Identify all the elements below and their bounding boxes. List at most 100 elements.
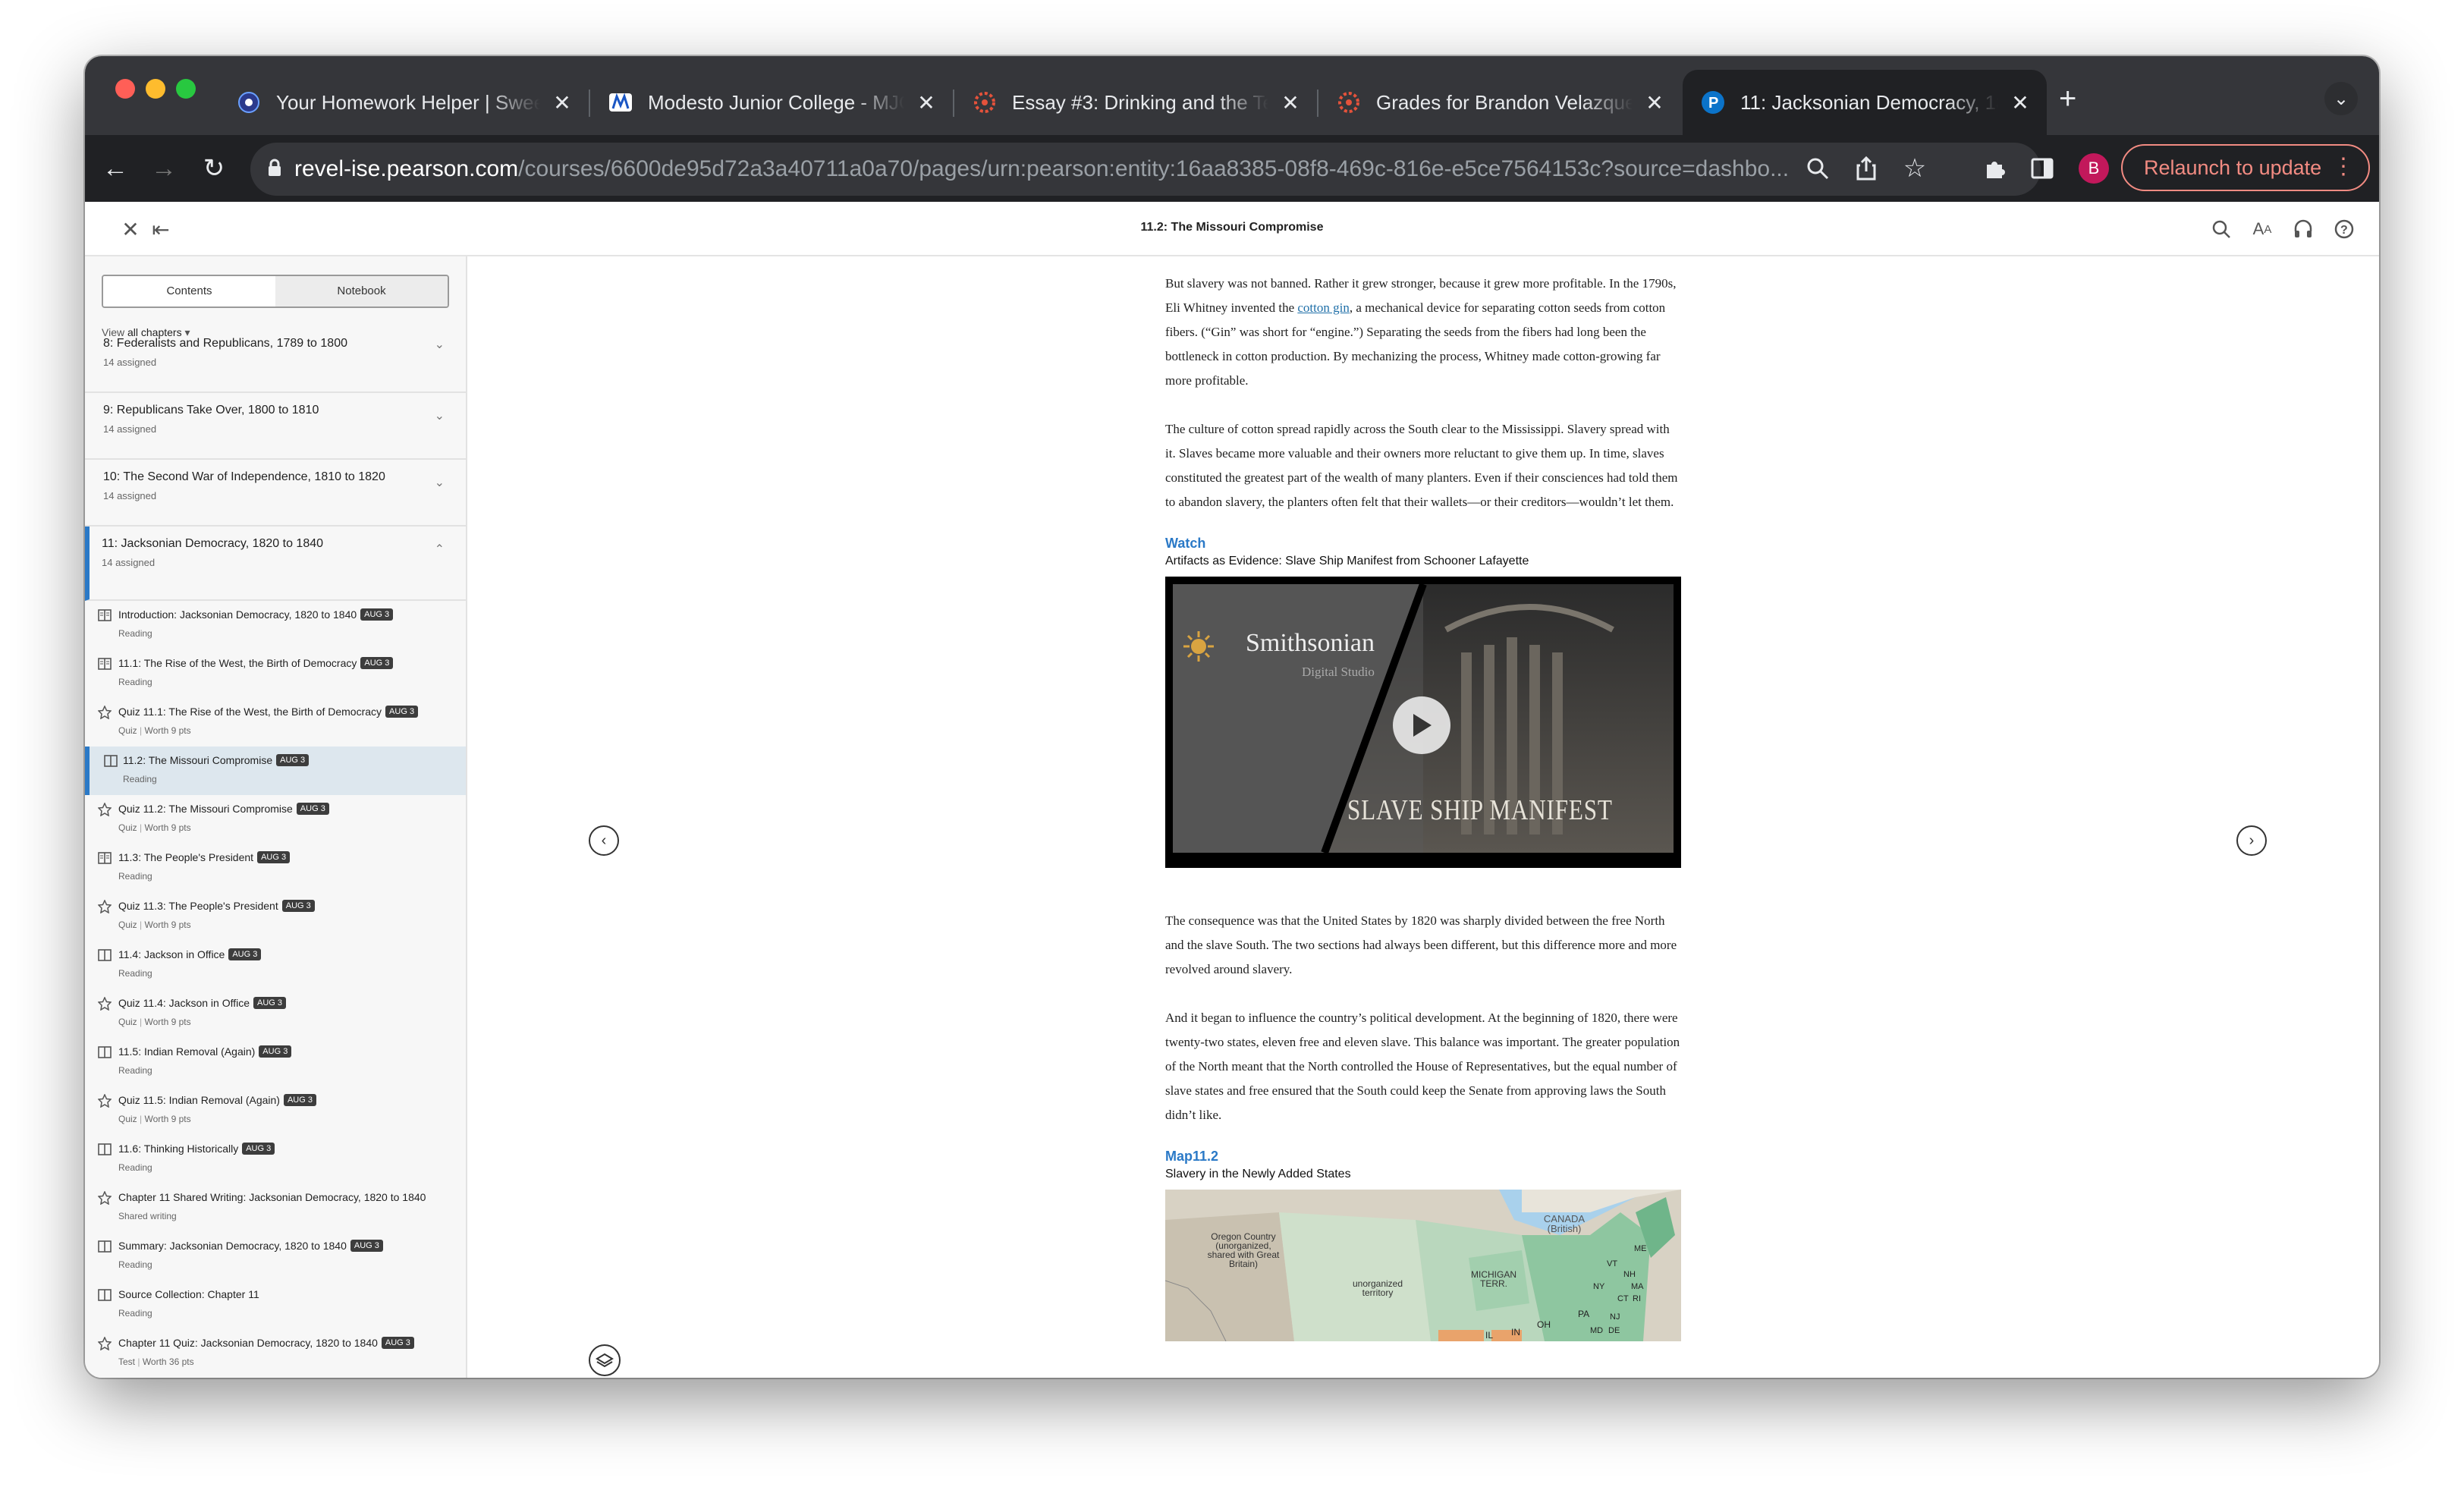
forward-icon[interactable]: →: [143, 147, 185, 190]
assignment-title: Quiz 11.1: The Rise of the West, the Bir…: [118, 706, 382, 718]
chevron-up-icon[interactable]: ⌃: [435, 542, 445, 557]
extensions-icon[interactable]: [1974, 147, 2016, 190]
share-icon[interactable]: [1845, 147, 1887, 190]
chevron-down-icon[interactable]: ⌄: [435, 408, 445, 423]
map-label-vt: VT: [1607, 1259, 1618, 1268]
back-icon[interactable]: ←: [94, 147, 137, 190]
chapter-item[interactable]: 8: Federalists and Republicans, 1789 to …: [85, 337, 466, 393]
paragraph: But slavery was not banned. Rather it gr…: [1165, 272, 1681, 393]
close-tab-icon[interactable]: ✕: [551, 90, 574, 115]
tab-homework-helper[interactable]: Your Homework Helper | Sweet ✕: [218, 70, 589, 135]
assignment-type: Reading: [118, 1259, 152, 1270]
tab-essay[interactable]: Essay #3: Drinking and the Ten ✕: [954, 70, 1317, 135]
due-date-badge: AUG 3: [360, 657, 394, 669]
assignment-item[interactable]: Quiz 11.5: Indian Removal (Again) AUG 3 Qu…: [85, 1086, 466, 1135]
assignment-item[interactable]: 11.1: The Rise of the West, the Birth of…: [85, 649, 466, 698]
layers-icon[interactable]: [589, 1344, 621, 1376]
search-icon[interactable]: [1796, 147, 1839, 190]
search-icon[interactable]: [2206, 214, 2236, 244]
close-tab-icon[interactable]: ✕: [2009, 90, 2032, 115]
cotton-gin-link[interactable]: cotton gin: [1297, 300, 1349, 315]
play-button[interactable]: [1393, 696, 1450, 754]
headphones-audio-icon[interactable]: [2288, 214, 2318, 244]
map-heading: Map11.2: [1165, 1149, 1219, 1164]
map-label-pa: PA: [1578, 1309, 1590, 1319]
close-window-button[interactable]: [115, 79, 135, 99]
tab-title: Essay #3: Drinking and the Ten: [1012, 90, 1268, 114]
canvas-favicon-icon: [973, 90, 997, 115]
assignment-meta: Reading: [118, 1308, 466, 1319]
assignment-title-row: Source Collection: Chapter 11: [118, 1288, 466, 1300]
assignment-item-current[interactable]: 11.2: The Missouri Compromise AUG 3 Readin…: [85, 747, 466, 795]
new-tab-icon[interactable]: +: [2059, 83, 2076, 114]
video-player[interactable]: Smithsonian Digital Studio SLAVE SHIP MA…: [1165, 577, 1681, 868]
chapter-list: 8: Federalists and Republicans, 1789 to …: [85, 337, 466, 1378]
assignment-list: Introduction: Jacksonian Democracy, 1820…: [85, 601, 466, 1378]
relaunch-button[interactable]: Relaunch to update ⋮: [2121, 144, 2370, 191]
chapter-title: 10: The Second War of Independence, 1810…: [103, 470, 385, 483]
tab-notebook[interactable]: Notebook: [275, 276, 448, 306]
help-icon[interactable]: ?: [2329, 214, 2359, 244]
tab-title: Grades for Brandon Velazquez: [1376, 90, 1633, 114]
tab-contents[interactable]: Contents: [103, 276, 275, 306]
assignment-title: 11.6: Thinking Historically: [118, 1143, 239, 1155]
more-menu-icon[interactable]: ⋮: [2332, 153, 2355, 181]
chevron-down-icon[interactable]: ⌄: [435, 337, 445, 352]
assignment-title: Quiz 11.3: The People's President: [118, 900, 278, 912]
side-panel-icon[interactable]: [2021, 147, 2063, 190]
chevron-down-icon[interactable]: ⌄: [435, 475, 445, 490]
assignment-item[interactable]: Summary: Jacksonian Democracy, 1820 to 1…: [85, 1232, 466, 1281]
assignment-meta: Test | Worth 36 pts: [118, 1356, 466, 1367]
assignment-title: Quiz 11.4: Jackson in Office: [118, 997, 250, 1009]
chapter-item[interactable]: 9: Republicans Take Over, 1800 to 1810 1…: [85, 393, 466, 460]
assignment-meta: Shared writing: [118, 1211, 466, 1221]
assignment-item[interactable]: 11.3: The People's President AUG 3 Reading: [85, 844, 466, 892]
assignment-item[interactable]: 11.6: Thinking Historically AUG 3 Reading: [85, 1135, 466, 1184]
tab-search-chevron-icon[interactable]: ⌄: [2324, 82, 2358, 115]
previous-page-button[interactable]: ‹: [589, 825, 619, 856]
meta-divider: |: [137, 1017, 145, 1027]
chapter-item[interactable]: 10: The Second War of Independence, 1810…: [85, 460, 466, 527]
video-brand: Smithsonian: [1246, 629, 1375, 657]
zoom-window-button[interactable]: [176, 79, 196, 99]
reload-icon[interactable]: ↻: [193, 147, 235, 190]
assignment-title-row: 11.5: Indian Removal (Again) AUG 3: [118, 1045, 466, 1058]
next-page-button[interactable]: ›: [2236, 825, 2267, 856]
text-size-icon[interactable]: AA: [2247, 214, 2277, 244]
assignment-item[interactable]: Source Collection: Chapter 11 Reading: [85, 1281, 466, 1329]
assignment-item[interactable]: Quiz 11.3: The People's President AUG 3 Qu…: [85, 892, 466, 941]
star-icon: [97, 705, 112, 721]
chapter-title: 9: Republicans Take Over, 1800 to 1810: [103, 404, 319, 417]
tab-modesto[interactable]: Modesto Junior College - MJC ✕: [590, 70, 953, 135]
assignment-item[interactable]: Quiz 11.1: The Rise of the West, the Bir…: [85, 698, 466, 747]
slavery-map[interactable]: Oregon Country (unorganized, shared with…: [1165, 1190, 1681, 1341]
close-tab-icon[interactable]: ✕: [1643, 90, 1666, 115]
close-tab-icon[interactable]: ✕: [1279, 90, 1302, 115]
close-tab-icon[interactable]: ✕: [915, 90, 938, 115]
assignment-item[interactable]: Introduction: Jacksonian Democracy, 1820…: [85, 601, 466, 649]
assignment-item[interactable]: Chapter 11 Shared Writing: Jacksonian De…: [85, 1184, 466, 1232]
assignment-item[interactable]: 11.5: Indian Removal (Again) AUG 3 Reading: [85, 1038, 466, 1086]
sidebar-tabs: Contents Notebook: [102, 275, 449, 308]
bookmark-star-icon[interactable]: ☆: [1894, 147, 1936, 190]
meta-divider: |: [135, 1356, 143, 1367]
tab-jacksonian-active[interactable]: P 11: Jacksonian Democracy, 1820 ✕: [1683, 70, 2047, 135]
assignment-title-row: Quiz 11.3: The People's President AUG 3: [118, 900, 466, 912]
due-date-badge: AUG 3: [283, 1094, 316, 1106]
assignment-type: Reading: [123, 774, 157, 784]
chapter-status: 14 assigned: [102, 557, 156, 568]
book-icon: [97, 1045, 112, 1061]
chapter-status: 14 assigned: [103, 423, 157, 435]
assignment-meta: Reading: [123, 774, 466, 784]
address-bar[interactable]: revel-ise.pearson.com /courses/6600de95d…: [250, 143, 2041, 196]
profile-avatar[interactable]: B: [2079, 153, 2109, 184]
tab-grades[interactable]: Grades for Brandon Velazquez ✕: [1318, 70, 1681, 135]
assignment-item[interactable]: 11.4: Jackson in Office AUG 3 Reading: [85, 941, 466, 989]
assignment-item[interactable]: Quiz 11.4: Jackson in Office AUG 3 Quiz | …: [85, 989, 466, 1038]
assignment-meta: Quiz | Worth 9 pts: [118, 725, 466, 736]
assignment-item[interactable]: Chapter 11 Quiz: Jacksonian Democracy, 1…: [85, 1329, 466, 1378]
chapter-item-open[interactable]: 11: Jacksonian Democracy, 1820 to 1840 1…: [85, 527, 466, 601]
assignment-item[interactable]: Quiz 11.2: The Missouri Compromise AUG 3Q…: [85, 795, 466, 844]
minimize-window-button[interactable]: [146, 79, 165, 99]
meta-divider: |: [137, 822, 145, 833]
